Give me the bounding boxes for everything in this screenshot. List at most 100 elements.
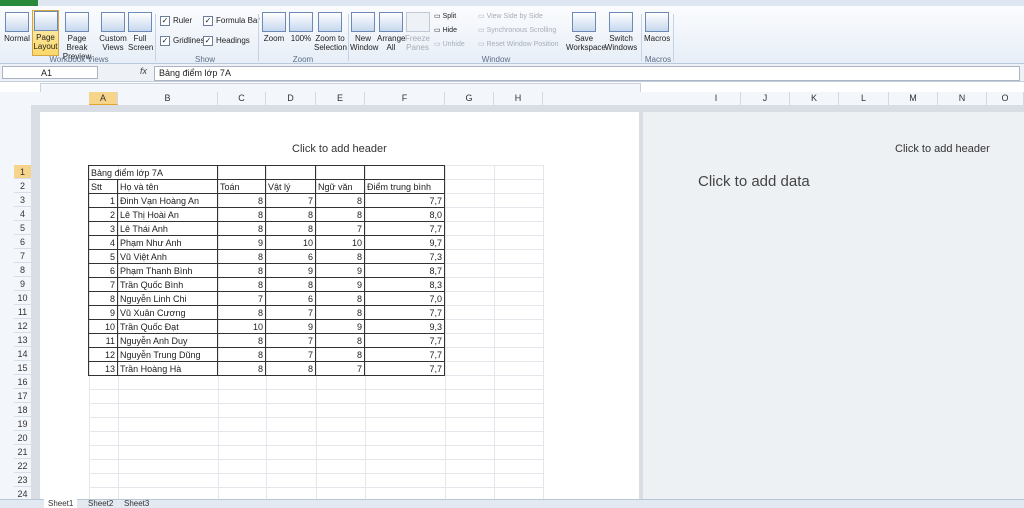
table-cell[interactable]: 1 xyxy=(88,193,118,208)
table-cell[interactable]: 11 xyxy=(88,333,118,348)
column-header-d[interactable]: D xyxy=(266,92,316,105)
table-cell[interactable]: 9 xyxy=(88,305,118,320)
page-header-placeholder-right[interactable]: Click to add header xyxy=(895,143,990,155)
page-layout-button[interactable]: Page Layout xyxy=(32,10,59,56)
table-cell[interactable]: 7,7 xyxy=(364,361,445,376)
row-header-4[interactable]: 4 xyxy=(14,207,31,221)
table-cell[interactable]: Điểm trung bình xyxy=(364,179,445,194)
table-cell[interactable]: 7 xyxy=(265,193,316,208)
table-cell[interactable]: Vũ Xuân Cương xyxy=(117,305,218,320)
table-cell[interactable]: 8 xyxy=(315,249,365,264)
table-title-cell[interactable]: Bảng điểm lớp 7A xyxy=(88,165,218,180)
table-cell[interactable]: 4 xyxy=(88,235,118,250)
normal-view-button[interactable]: Normal xyxy=(4,12,30,43)
row-header-18[interactable]: 18 xyxy=(14,403,31,417)
table-cell[interactable]: 6 xyxy=(265,291,316,306)
table-cell[interactable]: 6 xyxy=(88,263,118,278)
column-header-l[interactable]: L xyxy=(839,92,889,105)
table-cell[interactable]: 8 xyxy=(265,207,316,222)
table-cell[interactable]: 8 xyxy=(217,249,266,264)
table-cell[interactable]: 13 xyxy=(88,361,118,376)
table-cell[interactable]: 7 xyxy=(217,291,266,306)
table-cell[interactable]: 7 xyxy=(88,277,118,292)
row-header-17[interactable]: 17 xyxy=(14,389,31,403)
table-cell[interactable]: Trần Quốc Đạt xyxy=(117,319,218,334)
row-header-23[interactable]: 23 xyxy=(14,473,31,487)
new-window-button[interactable]: New Window xyxy=(350,12,378,52)
table-cell[interactable]: 7,7 xyxy=(364,193,445,208)
table-cell[interactable]: 8 xyxy=(217,193,266,208)
row-header-16[interactable]: 16 xyxy=(14,375,31,389)
column-header-n[interactable]: N xyxy=(938,92,987,105)
table-cell[interactable]: Lê Thái Anh xyxy=(117,221,218,236)
name-box[interactable]: A1 xyxy=(2,66,98,79)
table-cell[interactable]: Nguyễn Anh Duy xyxy=(117,333,218,348)
custom-views-button[interactable]: Custom Views xyxy=(99,12,127,52)
zoom-100-button[interactable]: 100% xyxy=(289,12,313,43)
table-cell[interactable]: 10 xyxy=(265,235,316,250)
table-cell[interactable]: 10 xyxy=(88,319,118,334)
table-cell[interactable]: 8 xyxy=(265,277,316,292)
synchronous-scrolling-button[interactable]: ▭ Synchronous Scrolling xyxy=(478,26,556,34)
column-header-h[interactable]: H xyxy=(494,92,543,105)
table-cell[interactable]: Vũ Việt Anh xyxy=(117,249,218,264)
table-cell[interactable] xyxy=(217,165,266,180)
row-header-1[interactable]: 1 xyxy=(14,165,31,179)
hide-button[interactable]: ▭ Hide xyxy=(434,26,457,34)
row-header-3[interactable]: 3 xyxy=(14,193,31,207)
row-header-5[interactable]: 5 xyxy=(14,221,31,235)
insert-function-icon[interactable]: fx xyxy=(140,66,152,76)
table-cell[interactable]: 9,3 xyxy=(364,319,445,334)
table-cell[interactable]: 8 xyxy=(217,305,266,320)
table-cell[interactable]: Phạm Thanh Bình xyxy=(117,263,218,278)
table-cell[interactable]: 9 xyxy=(315,277,365,292)
row-header-6[interactable]: 6 xyxy=(14,235,31,249)
table-cell[interactable]: 8 xyxy=(217,221,266,236)
table-cell[interactable]: 8 xyxy=(315,291,365,306)
table-cell[interactable]: 8 xyxy=(315,305,365,320)
row-header-11[interactable]: 11 xyxy=(14,305,31,319)
table-cell[interactable]: Vật lý xyxy=(265,179,316,194)
table-cell[interactable]: 7 xyxy=(265,333,316,348)
table-cell[interactable]: 2 xyxy=(88,207,118,222)
freeze-panes-button[interactable]: Freeze Panes xyxy=(405,12,430,52)
unhide-button[interactable]: ▭ Unhide xyxy=(434,40,465,48)
table-cell[interactable]: 10 xyxy=(217,319,266,334)
headings-checkbox[interactable]: ✓ Headings xyxy=(203,36,250,46)
formula-input[interactable]: Bảng điểm lớp 7A xyxy=(154,66,1020,81)
row-header-14[interactable]: 14 xyxy=(14,347,31,361)
table-cell[interactable]: 7 xyxy=(315,361,365,376)
column-header-e[interactable]: E xyxy=(316,92,365,105)
table-cell[interactable]: 8 xyxy=(88,291,118,306)
row-header-19[interactable]: 19 xyxy=(14,417,31,431)
table-cell[interactable]: 10 xyxy=(315,235,365,250)
split-button[interactable]: ▭ Split xyxy=(434,12,456,20)
arrange-all-button[interactable]: Arrange All xyxy=(377,12,405,52)
column-header-k[interactable]: K xyxy=(790,92,839,105)
table-cell[interactable]: 6 xyxy=(265,249,316,264)
zoom-to-selection-button[interactable]: Zoom to Selection xyxy=(314,12,347,52)
column-header-o[interactable]: O xyxy=(987,92,1024,105)
row-header-21[interactable]: 21 xyxy=(14,445,31,459)
row-header-10[interactable]: 10 xyxy=(14,291,31,305)
row-header-7[interactable]: 7 xyxy=(14,249,31,263)
add-data-placeholder[interactable]: Click to add data xyxy=(698,173,810,190)
table-cell[interactable]: 7,7 xyxy=(364,221,445,236)
page-break-preview-button[interactable]: Page Break Preview xyxy=(59,12,95,61)
table-cell[interactable]: 8 xyxy=(217,333,266,348)
table-cell[interactable]: 8,0 xyxy=(364,207,445,222)
table-cell[interactable]: 8 xyxy=(265,221,316,236)
table-cell[interactable]: 7,0 xyxy=(364,291,445,306)
column-header-f[interactable]: F xyxy=(365,92,445,105)
table-cell[interactable]: 8,3 xyxy=(364,277,445,292)
table-cell[interactable]: Đinh Vạn Hoàng An xyxy=(117,193,218,208)
row-header-8[interactable]: 8 xyxy=(14,263,31,277)
table-cell[interactable]: 7,7 xyxy=(364,305,445,320)
table-cell[interactable]: 5 xyxy=(88,249,118,264)
table-cell[interactable] xyxy=(364,165,445,180)
page-header-placeholder[interactable]: Click to add header xyxy=(292,143,387,155)
table-cell[interactable]: 8 xyxy=(315,347,365,362)
table-cell[interactable]: 8 xyxy=(217,361,266,376)
table-cell[interactable]: Nguyễn Linh Chi xyxy=(117,291,218,306)
row-header-22[interactable]: 22 xyxy=(14,459,31,473)
